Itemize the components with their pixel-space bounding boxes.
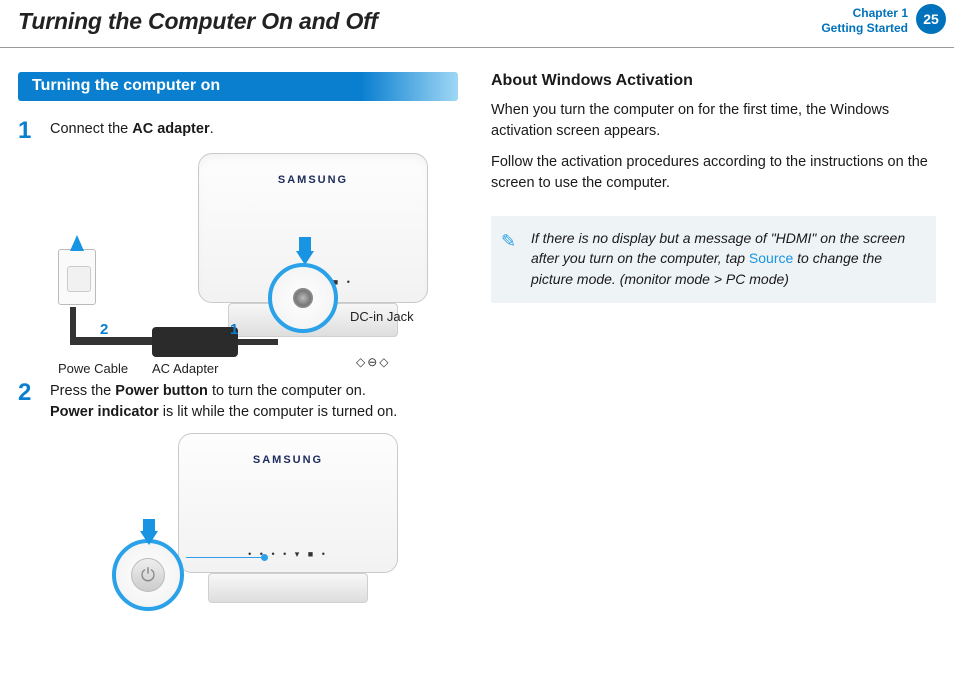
- callout-line: [186, 557, 264, 558]
- brand-logo: SAMSUNG: [278, 174, 348, 186]
- text: Connect the: [50, 121, 132, 137]
- callout-number-2: 2: [100, 321, 118, 339]
- chapter-block: Chapter 1 Getting Started 25: [821, 6, 942, 36]
- page-title: Turning the Computer On and Off: [18, 8, 954, 35]
- text-bold: Power indicator: [50, 404, 159, 420]
- dc-in-callout: [268, 263, 338, 333]
- arrow-down-icon: [140, 519, 158, 545]
- port-dots: • • • • ▾ ■ •: [248, 549, 328, 560]
- note-box: ✎ If there is no display but a message o…: [491, 216, 936, 303]
- brand-logo: SAMSUNG: [253, 454, 323, 466]
- text: Press the: [50, 383, 115, 399]
- illustration-power-button: SAMSUNG • • • • ▾ ■ • ⏻: [18, 433, 463, 613]
- note-icon: ✎: [501, 228, 516, 254]
- cable-graphic: [238, 339, 278, 345]
- left-column: Turning the computer on 1 Connect the AC…: [18, 72, 463, 613]
- step-number: 2: [18, 381, 40, 423]
- paragraph: Follow the activation procedures accordi…: [491, 152, 936, 194]
- text: .: [210, 121, 214, 137]
- adapter-brick-graphic: [152, 327, 238, 357]
- chapter-name: Getting Started: [821, 21, 908, 36]
- arrow-down-icon: [296, 237, 314, 265]
- text: is lit while the computer is turned on.: [159, 404, 398, 420]
- section-heading: Turning the computer on: [18, 72, 458, 101]
- step-2: 2 Press the Power button to turn the com…: [18, 381, 463, 423]
- label-power-cable: Powe Cable: [58, 361, 128, 376]
- chapter-number: Chapter 1: [821, 6, 908, 21]
- paragraph: When you turn the computer on for the fi…: [491, 100, 936, 142]
- power-button-callout: ⏻: [112, 539, 184, 611]
- power-icon: ⏻: [131, 558, 165, 592]
- monitor-stand: [208, 573, 368, 603]
- text-bold: Power button: [115, 383, 208, 399]
- source-label: Source: [749, 250, 793, 266]
- dc-symbol: ◇⊖◇: [356, 355, 391, 369]
- illustration-ac-adapter: SAMSUNG • • • • ▾ ■ • 1 2 Powe Cable AC …: [18, 153, 463, 363]
- right-column: About Windows Activation When you turn t…: [491, 72, 936, 613]
- label-ac-adapter: AC Adapter: [152, 361, 219, 376]
- step-number: 1: [18, 119, 40, 143]
- step-text: Press the Power button to turn the compu…: [50, 381, 463, 423]
- text-bold: AC adapter: [132, 121, 209, 137]
- arrow-up-icon: [70, 235, 84, 251]
- monitor-graphic: SAMSUNG • • • • ▾ ■ •: [178, 433, 398, 573]
- text: to turn the computer on.: [208, 383, 366, 399]
- cable-graphic: [70, 339, 152, 345]
- step-text: Connect the AC adapter.: [50, 119, 463, 143]
- wall-outlet-graphic: [58, 249, 96, 305]
- page-header: Turning the Computer On and Off Chapter …: [0, 0, 954, 48]
- subsection-heading: About Windows Activation: [491, 72, 936, 90]
- label-dc-in-jack: DC-in Jack: [350, 309, 414, 324]
- callout-number-1: 1: [230, 321, 248, 339]
- step-1: 1 Connect the AC adapter.: [18, 119, 463, 143]
- page-number-badge: 25: [916, 4, 946, 34]
